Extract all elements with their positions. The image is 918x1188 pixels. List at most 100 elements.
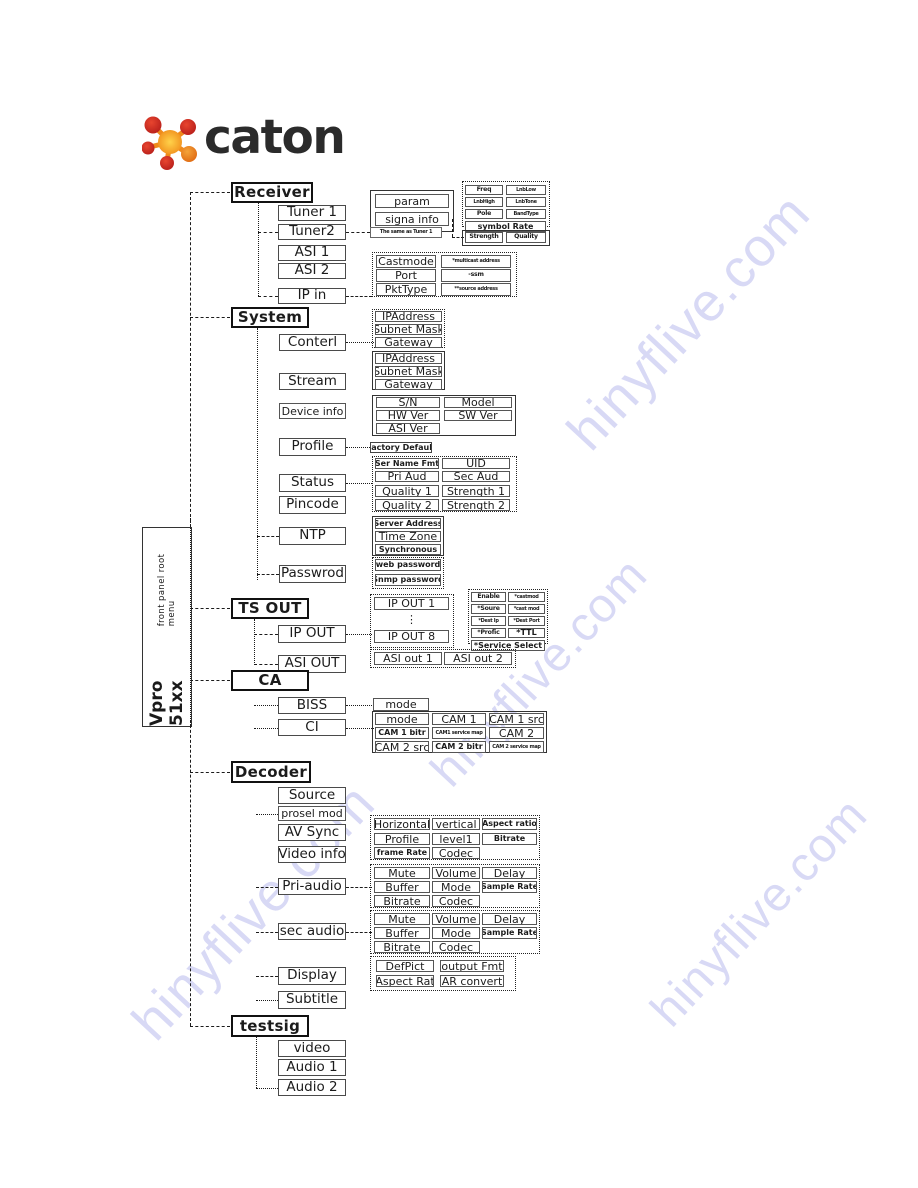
node-asi-out-2[interactable]: ASI out 2 bbox=[444, 652, 512, 665]
node-signa-info[interactable]: signa info bbox=[375, 212, 449, 226]
node-cam-1-src[interactable]: CAM 1 src bbox=[489, 713, 544, 725]
node-sec-sample-rate[interactable]: Sample Rate bbox=[482, 927, 537, 939]
section-system[interactable]: System bbox=[231, 307, 309, 328]
node-pri-audio[interactable]: Pri-audio bbox=[278, 878, 346, 895]
node-status[interactable]: Status bbox=[279, 474, 346, 492]
node-soure[interactable]: *Soure bbox=[471, 604, 506, 614]
node-pri-buffer[interactable]: Buffer bbox=[374, 881, 430, 893]
node-aspect-ratio[interactable]: Aspect ratio bbox=[482, 818, 537, 830]
node-ci-mode[interactable]: mode bbox=[375, 713, 429, 725]
node-cam-1-bitr[interactable]: CAM 1 bitr bbox=[375, 727, 429, 739]
node-asi-ver[interactable]: ASI Ver bbox=[376, 423, 440, 434]
node-ttl[interactable]: *TTL bbox=[508, 628, 545, 638]
section-decoder[interactable]: Decoder bbox=[231, 761, 311, 783]
node-asi1[interactable]: ASI 1 bbox=[278, 245, 346, 261]
node-strength-2[interactable]: Strength 2 bbox=[442, 499, 510, 511]
node-audio-1[interactable]: Audio 1 bbox=[278, 1059, 346, 1076]
node-pri-aud[interactable]: Pri Aud bbox=[375, 471, 439, 482]
node-video-profile[interactable]: Profile bbox=[374, 833, 430, 845]
node-ar-convert[interactable]: AR convert bbox=[440, 975, 504, 987]
node-video[interactable]: video bbox=[278, 1040, 346, 1057]
node-sec-buffer[interactable]: Buffer bbox=[374, 927, 430, 939]
node-param[interactable]: param bbox=[375, 194, 449, 208]
node-ip-out-8[interactable]: IP OUT 8 bbox=[374, 630, 449, 643]
node-output-fmt[interactable]: output Fmt bbox=[440, 960, 504, 972]
node-horizontal[interactable]: Horizontal bbox=[374, 818, 430, 830]
node-biss-mode[interactable]: mode bbox=[373, 698, 429, 711]
node-port[interactable]: Port bbox=[376, 269, 436, 282]
node-quality[interactable]: Quality bbox=[506, 232, 546, 243]
node-castmode[interactable]: Castmode bbox=[376, 255, 436, 268]
node-ci[interactable]: CI bbox=[278, 719, 346, 736]
node-sec-aud[interactable]: Sec Aud bbox=[442, 471, 510, 482]
node-sw-ver[interactable]: SW Ver bbox=[444, 410, 512, 421]
node-cam1-service-map[interactable]: CAM1 service map bbox=[432, 727, 486, 739]
node-dest-port[interactable]: *Dest Port bbox=[508, 616, 545, 626]
node-conterl[interactable]: Conterl bbox=[279, 334, 346, 351]
node-video-codec[interactable]: Codec bbox=[432, 847, 480, 859]
node-subtitle[interactable]: Subtitle bbox=[278, 991, 346, 1009]
node-factory-default[interactable]: Factory Default bbox=[370, 442, 432, 453]
node-level1[interactable]: level1 bbox=[432, 833, 480, 845]
node-sec-delay[interactable]: Delay bbox=[482, 913, 537, 925]
node-subnet-mask[interactable]: Subnet Mask bbox=[375, 366, 442, 377]
node-lnblow[interactable]: LnbLow bbox=[506, 185, 546, 195]
node-pri-bitrate[interactable]: Bitrate bbox=[374, 895, 430, 907]
node-snmp-password[interactable]: Snmp password bbox=[375, 574, 441, 586]
node-prosel-mod[interactable]: prosel mod bbox=[278, 806, 346, 821]
node-aspect-rat[interactable]: Aspect Rat bbox=[376, 975, 434, 987]
node-enable[interactable]: Enable bbox=[471, 592, 506, 602]
node-model[interactable]: Model bbox=[444, 397, 512, 408]
node-web-password[interactable]: web password bbox=[375, 559, 441, 571]
node-bandtype[interactable]: BandType bbox=[506, 209, 546, 219]
node-multicast-address[interactable]: *multicast address bbox=[441, 255, 511, 268]
node-synchronous[interactable]: Synchronous bbox=[375, 544, 441, 555]
node-pole[interactable]: Pole bbox=[465, 209, 503, 219]
node-quality-2[interactable]: Quality 2 bbox=[375, 499, 439, 511]
node-uid[interactable]: UID bbox=[442, 458, 510, 469]
node-passwrod[interactable]: Passwrod bbox=[279, 565, 346, 583]
node-sec-mute[interactable]: Mute bbox=[374, 913, 430, 925]
node-cam-2-src[interactable]: CAM 2 src bbox=[375, 741, 429, 753]
node-tuner1[interactable]: Tuner 1 bbox=[278, 205, 346, 221]
node-pincode[interactable]: Pincode bbox=[279, 496, 346, 514]
node-time-zone[interactable]: Time Zone bbox=[375, 531, 441, 542]
node-pri-mute[interactable]: Mute bbox=[374, 867, 430, 879]
node-sec-codec[interactable]: Codec bbox=[432, 941, 480, 953]
node-lnbtone[interactable]: LnbTone bbox=[506, 197, 546, 207]
node-dest-ip[interactable]: *Dest Ip bbox=[471, 616, 506, 626]
node-gateway[interactable]: Gateway bbox=[375, 379, 442, 390]
node-profic[interactable]: *Profic bbox=[471, 628, 506, 638]
node-ip-out-1[interactable]: IP OUT 1 bbox=[374, 597, 449, 610]
node-ip-in[interactable]: IP in bbox=[278, 288, 346, 304]
node-profile[interactable]: Profile bbox=[279, 438, 346, 456]
node-cast-mod[interactable]: *cast mod bbox=[508, 604, 545, 614]
node-sn[interactable]: S/N bbox=[376, 397, 440, 408]
node-defpict[interactable]: DefPict bbox=[376, 960, 434, 972]
node-cam-1[interactable]: CAM 1 bbox=[432, 713, 486, 725]
node-sec-volume[interactable]: Volume bbox=[432, 913, 480, 925]
node-freq[interactable]: Freq bbox=[465, 185, 503, 195]
node-asi-out-1[interactable]: ASI out 1 bbox=[374, 652, 442, 665]
node-cam-2[interactable]: CAM 2 bbox=[489, 727, 544, 739]
node-pri-sample-rate[interactable]: Sample Rate bbox=[482, 881, 537, 893]
node-sec-mode[interactable]: Mode bbox=[432, 927, 480, 939]
node-lnbhigh[interactable]: LnbHigh bbox=[465, 197, 503, 207]
node-pri-codec[interactable]: Codec bbox=[432, 895, 480, 907]
node-pri-volume[interactable]: Volume bbox=[432, 867, 480, 879]
node-video-bitrate[interactable]: Bitrate bbox=[482, 833, 537, 845]
node-ipaddress[interactable]: IPAddress bbox=[375, 311, 442, 322]
node-ssm[interactable]: -ssm bbox=[441, 269, 511, 282]
node-ip-out[interactable]: IP OUT bbox=[278, 625, 346, 643]
node-cam2-service-map[interactable]: CAM 2 service map bbox=[489, 741, 544, 753]
node-hw-ver[interactable]: HW Ver bbox=[376, 410, 440, 421]
node-cam-2-bitr[interactable]: CAM 2 bitr bbox=[432, 741, 486, 753]
node-sec-bitrate[interactable]: Bitrate bbox=[374, 941, 430, 953]
node-gateway[interactable]: Gateway bbox=[375, 337, 442, 348]
node-ntp[interactable]: NTP bbox=[279, 527, 346, 545]
node-tuner2[interactable]: Tuner2 bbox=[278, 224, 346, 240]
section-ca[interactable]: CA bbox=[231, 670, 309, 691]
node-frame-rate[interactable]: frame Rate bbox=[374, 847, 430, 859]
node-strength-1[interactable]: Strength 1 bbox=[442, 485, 510, 497]
node-pri-delay[interactable]: Delay bbox=[482, 867, 537, 879]
